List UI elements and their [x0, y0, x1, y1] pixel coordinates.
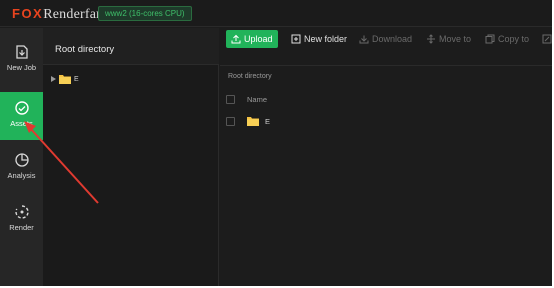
sidebar-item-label: New Job: [6, 63, 37, 72]
edit-button[interactable]: [542, 30, 552, 48]
main-panel: Upload New folder Download Move to Copy …: [220, 28, 554, 288]
sidebar-item-analysis[interactable]: Analysis: [0, 144, 43, 192]
sidebar-item-label: Render: [9, 223, 34, 232]
download-button[interactable]: Download: [359, 30, 412, 48]
file-list-header: Name: [226, 92, 267, 106]
new-folder-button[interactable]: New folder: [291, 30, 347, 48]
analysis-icon: [14, 153, 29, 167]
assets-icon: [14, 101, 29, 115]
copy-to-label: Copy to: [498, 34, 530, 44]
render-icon: [14, 205, 29, 219]
name-column-header[interactable]: Name: [247, 95, 267, 104]
breadcrumb[interactable]: Root directory: [228, 73, 272, 80]
app-window: FOXRenderfarm www2 (16-cores CPU) New Jo…: [0, 0, 554, 288]
new-job-icon: [15, 45, 28, 59]
select-all-checkbox[interactable]: [226, 94, 235, 104]
tree-title: Root directory: [55, 44, 115, 55]
move-to-button[interactable]: Move to: [426, 30, 471, 48]
caret-right-icon[interactable]: [51, 76, 56, 82]
tree-header: Root directory: [43, 28, 219, 65]
sidebar-item-render[interactable]: Render: [0, 196, 43, 244]
upload-icon: [231, 34, 241, 44]
directory-tree-panel: Root directory E: [43, 28, 219, 288]
sidebar-item-assets[interactable]: Assets: [0, 92, 43, 140]
new-folder-icon: [291, 34, 301, 44]
sidebar-item-label: Assets: [10, 119, 33, 128]
new-folder-label: New folder: [304, 34, 348, 44]
folder-icon: [247, 117, 259, 126]
file-name: E: [265, 116, 271, 126]
toolbar: Upload New folder Download Move to Copy …: [220, 28, 554, 66]
edit-icon: [542, 34, 552, 44]
folder-icon: [59, 75, 71, 84]
logo-fox-text: FOX: [12, 6, 44, 21]
server-badge[interactable]: www2 (16-cores CPU): [98, 6, 192, 21]
move-icon: [427, 34, 435, 44]
upload-label: Upload: [244, 34, 273, 44]
upload-button[interactable]: Upload: [226, 30, 278, 48]
sidebar-item-label: Analysis: [7, 171, 36, 180]
download-label: Download: [372, 34, 413, 44]
tree-node-e[interactable]: E: [51, 73, 79, 85]
top-bar: FOXRenderfarm www2 (16-cores CPU): [0, 0, 554, 27]
copy-to-button[interactable]: Copy to: [485, 30, 529, 48]
copy-icon: [485, 34, 495, 44]
tree-node-label: E: [74, 75, 79, 83]
sidebar: New Job Assets Analysis Render: [0, 28, 43, 288]
file-name-cell[interactable]: E: [247, 116, 270, 126]
move-to-label: Move to: [439, 34, 472, 44]
row-checkbox[interactable]: [226, 116, 235, 126]
table-row[interactable]: E: [226, 114, 270, 128]
sidebar-item-new-job[interactable]: New Job: [0, 36, 43, 84]
download-icon: [359, 35, 369, 44]
